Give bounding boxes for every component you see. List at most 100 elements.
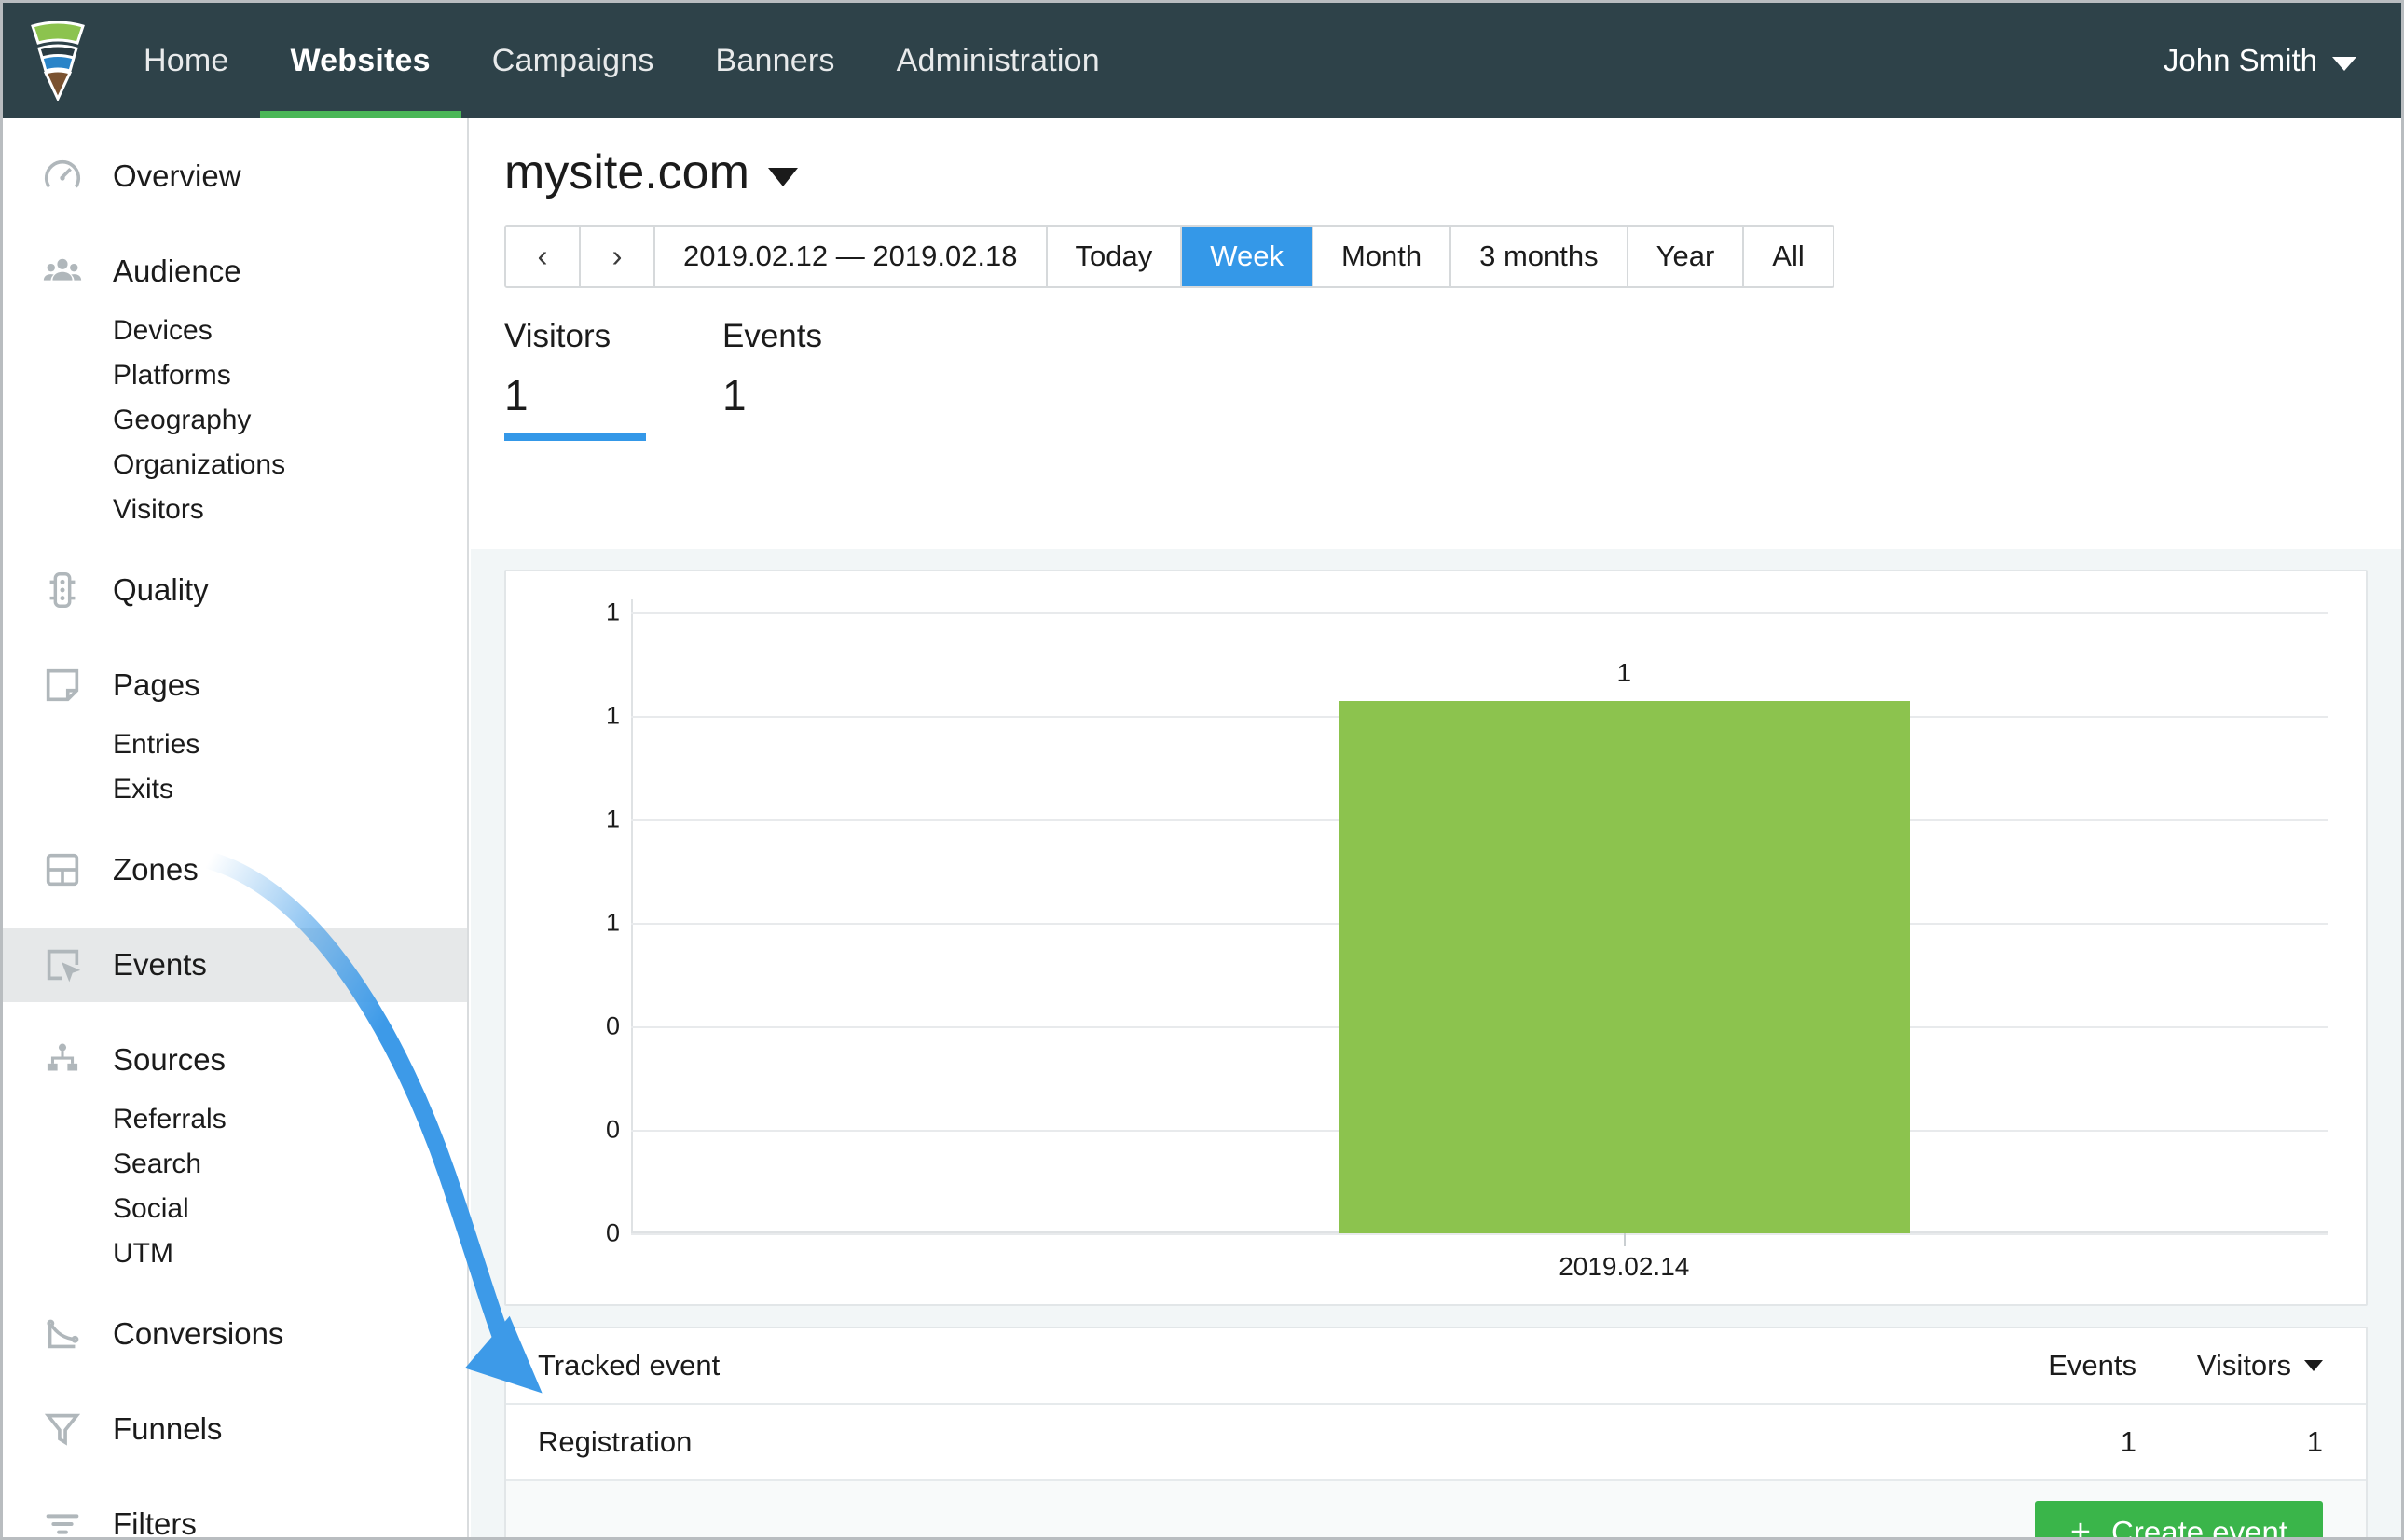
sidebar-item-exits[interactable]: Exits — [3, 767, 467, 812]
nav-link-banners[interactable]: Banners — [685, 3, 866, 118]
nav-link-campaigns[interactable]: Campaigns — [461, 3, 685, 118]
sidebar-item-quality[interactable]: Quality — [3, 553, 467, 627]
sidebar-item-sources[interactable]: Sources — [3, 1023, 467, 1097]
chevron-down-icon — [2332, 57, 2356, 71]
sidebar-item-audience[interactable]: Audience — [3, 234, 467, 309]
content-area: 111100012019.02.14 Tracked event Events … — [471, 549, 2401, 1537]
triangle-down-icon — [768, 168, 798, 186]
chart-y-tick-label: 0 — [534, 1116, 620, 1145]
date-range-display[interactable]: 2019.02.12 — 2019.02.18 — [655, 227, 1048, 286]
period-label: Month — [1341, 240, 1422, 273]
chart-y-tick-label: 1 — [534, 702, 620, 731]
sidebar-item-label: Audience — [113, 254, 241, 289]
sidebar-item-entries[interactable]: Entries — [3, 722, 467, 767]
chart-y-tick-label: 1 — [534, 805, 620, 834]
tab-visitors[interactable]: Visitors 1 — [504, 318, 644, 441]
period-today-button[interactable]: Today — [1048, 227, 1183, 286]
period-label: Today — [1076, 240, 1153, 273]
period-all-button[interactable]: All — [1744, 227, 1832, 286]
gauge-icon — [38, 152, 87, 200]
main-content: mysite.com ‹ › 2019.02.12 — 2019.02.18 T… — [471, 118, 2401, 1537]
main-nav-links: Home Websites Campaigns Banners Administ… — [113, 3, 1131, 118]
sidebar-sub-label: UTM — [113, 1238, 173, 1270]
sidebar-item-label: Conversions — [113, 1316, 283, 1352]
sidebar-item-funnels[interactable]: Funnels — [3, 1392, 467, 1466]
tracked-events-table: Tracked event Events Visitors Registrati… — [504, 1327, 2368, 1537]
sidebar-sub-label: Entries — [113, 729, 199, 761]
events-bar-chart: 111100012019.02.14 — [504, 570, 2368, 1306]
tab-events[interactable]: Events 1 — [722, 318, 862, 441]
period-year-button[interactable]: Year — [1628, 227, 1745, 286]
date-range-text: 2019.02.12 — 2019.02.18 — [683, 240, 1018, 273]
sidebar-item-devices[interactable]: Devices — [3, 309, 467, 353]
sidebar-item-geography[interactable]: Geography — [3, 398, 467, 443]
chevron-right-icon: › — [612, 239, 623, 274]
cursor-box-icon — [38, 941, 87, 989]
period-week-button[interactable]: Week — [1182, 227, 1313, 286]
sidebar-item-search[interactable]: Search — [3, 1142, 467, 1187]
table-cell-events: 1 — [1950, 1425, 2136, 1459]
sidebar-sub-label: Organizations — [113, 449, 285, 481]
traffic-light-icon — [38, 566, 87, 614]
sidebar-item-events[interactable]: Events — [3, 928, 467, 1002]
chart-x-tick-mark — [1624, 1233, 1626, 1246]
chart-bar[interactable] — [1339, 701, 1910, 1233]
user-menu[interactable]: John Smith — [2164, 3, 2401, 118]
sidebar-item-referrals[interactable]: Referrals — [3, 1097, 467, 1142]
tab-value: 1 — [722, 370, 862, 420]
sidebar-sub-label: Visitors — [113, 494, 204, 526]
tab-value: 1 — [504, 370, 644, 420]
sidebar-item-label: Zones — [113, 852, 199, 887]
layout-grid-icon — [38, 846, 87, 894]
table-header-row: Tracked event Events Visitors — [506, 1328, 2366, 1405]
sidebar-item-pages[interactable]: Pages — [3, 648, 467, 722]
chart-gridline — [631, 1233, 2328, 1235]
metric-tabs: Visitors 1 Events 1 — [471, 288, 2401, 441]
sidebar-item-label: Quality — [113, 572, 209, 608]
sidebar-item-organizations[interactable]: Organizations — [3, 443, 467, 488]
sidebar-item-utm[interactable]: UTM — [3, 1231, 467, 1276]
date-range-controls: ‹ › 2019.02.12 — 2019.02.18 Today Week M… — [504, 225, 1834, 288]
sidebar-item-label: Pages — [113, 667, 200, 703]
table-footer: + Create event — [506, 1481, 2366, 1537]
table-row[interactable]: Registration 1 1 — [506, 1405, 2366, 1481]
sidebar-item-conversions[interactable]: Conversions — [3, 1297, 467, 1371]
chart-y-tick-label: 1 — [534, 909, 620, 938]
sidebar-item-social[interactable]: Social — [3, 1187, 467, 1231]
chart-x-tick-label: 2019.02.14 — [1559, 1252, 1689, 1282]
sidebar: Overview Audience Devices Platforms Geog… — [3, 118, 469, 1537]
chevron-left-icon: ‹ — [538, 239, 548, 274]
next-period-button[interactable]: › — [581, 227, 655, 286]
sidebar-item-label: Events — [113, 947, 207, 983]
spacer — [3, 1276, 467, 1297]
nav-link-administration[interactable]: Administration — [866, 3, 1131, 118]
column-header-tracked-event[interactable]: Tracked event — [538, 1349, 1950, 1382]
sidebar-item-platforms[interactable]: Platforms — [3, 353, 467, 398]
prev-period-button[interactable]: ‹ — [506, 227, 581, 286]
nav-link-websites[interactable]: Websites — [260, 3, 461, 118]
nav-link-label: Websites — [291, 43, 431, 79]
sidebar-item-filters[interactable]: Filters — [3, 1487, 467, 1537]
column-header-visitors[interactable]: Visitors — [2136, 1349, 2323, 1382]
period-3months-button[interactable]: 3 months — [1451, 227, 1628, 286]
create-event-button[interactable]: + Create event — [2035, 1501, 2323, 1537]
sidebar-item-visitors[interactable]: Visitors — [3, 488, 467, 532]
tab-label: Events — [722, 318, 862, 355]
nav-link-label: Banners — [716, 43, 835, 79]
sidebar-item-zones[interactable]: Zones — [3, 832, 467, 907]
sidebar-item-label: Funnels — [113, 1411, 222, 1447]
page-title[interactable]: mysite.com — [471, 118, 2401, 200]
spacer — [3, 627, 467, 648]
chart-y-tick-label: 0 — [534, 1219, 620, 1248]
column-header-events[interactable]: Events — [1950, 1349, 2136, 1382]
nav-link-home[interactable]: Home — [113, 3, 260, 118]
spacer — [3, 907, 467, 928]
sidebar-item-overview[interactable]: Overview — [3, 139, 467, 213]
site-name-label: mysite.com — [504, 144, 749, 200]
period-month-button[interactable]: Month — [1313, 227, 1451, 286]
period-label: Year — [1656, 240, 1715, 273]
sidebar-item-label: Sources — [113, 1042, 226, 1078]
app-logo[interactable] — [3, 3, 113, 118]
chart-bar-value-label: 1 — [1616, 658, 1631, 688]
period-label: 3 months — [1479, 240, 1599, 273]
